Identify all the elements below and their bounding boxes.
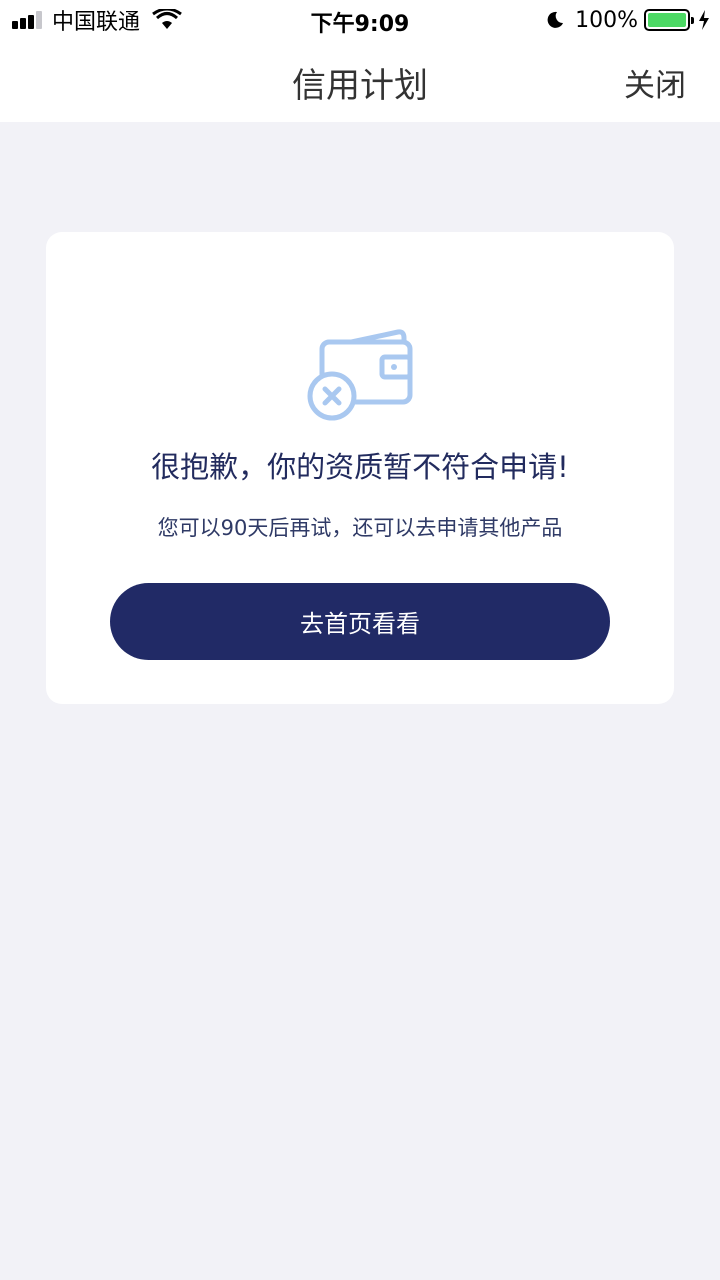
battery-icon <box>644 9 694 31</box>
wallet-declined-icon <box>307 329 413 421</box>
charging-icon <box>699 10 709 30</box>
result-title: 很抱歉，你的资质暂不符合申请! <box>151 450 569 484</box>
status-bar: 中国联通 下午9:09 100% <box>0 0 720 40</box>
battery-cap <box>691 17 694 24</box>
status-right: 100% <box>545 6 710 34</box>
battery-fill <box>648 13 686 27</box>
battery-percent: 100% <box>575 7 638 33</box>
nav-bar: 信用计划 关闭 <box>0 40 720 122</box>
go-home-button[interactable]: 去首页看看 <box>110 583 610 660</box>
result-subtitle: 您可以90天后再试，还可以去申请其他产品 <box>157 516 563 540</box>
close-button[interactable]: 关闭 <box>624 60 686 105</box>
result-card: 很抱歉，你的资质暂不符合申请! 您可以90天后再试，还可以去申请其他产品 去首页… <box>46 232 674 704</box>
moon-icon <box>547 11 564 28</box>
page-title: 信用计划 <box>292 66 428 106</box>
